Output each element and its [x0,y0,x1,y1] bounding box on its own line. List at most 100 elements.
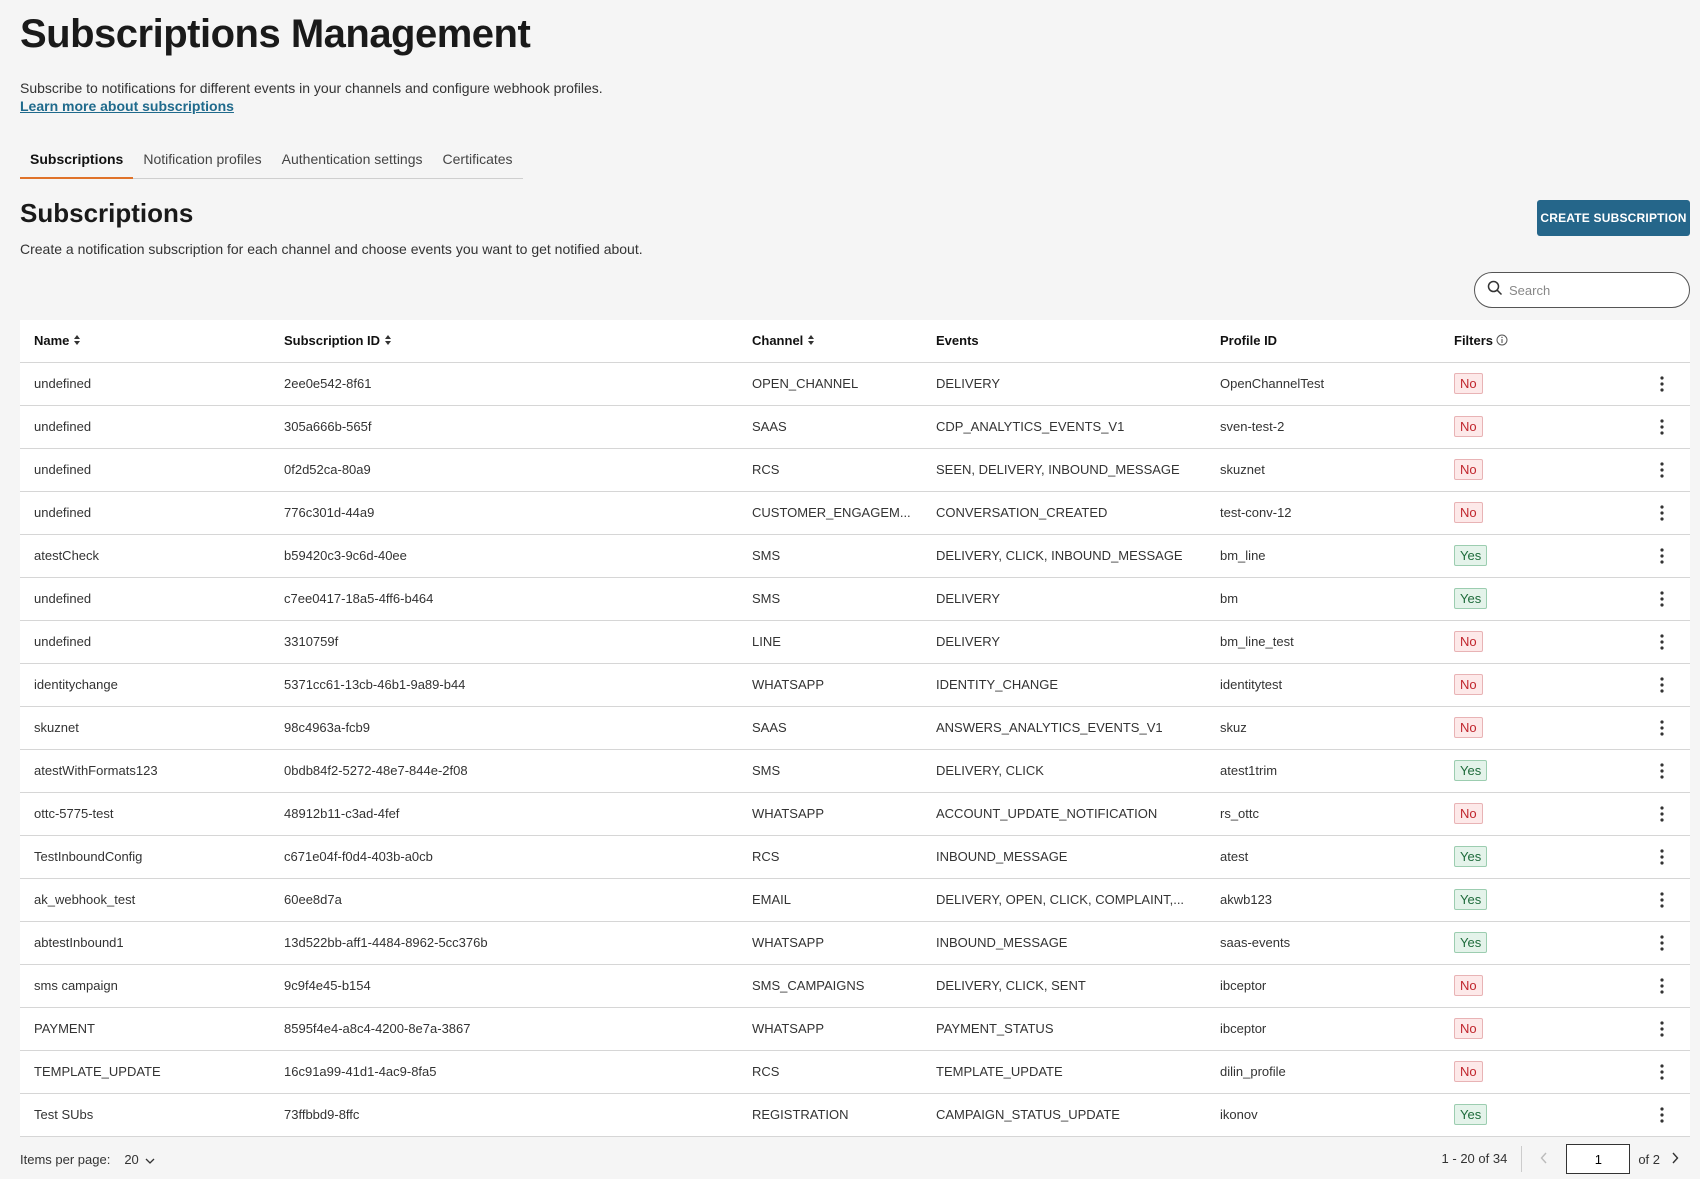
chevron-down-icon [145,1152,155,1167]
cell-filters: No [1440,362,1620,406]
kebab-menu-icon[interactable] [1660,1063,1664,1080]
cell-profile-id: skuz [1206,706,1440,750]
filters-badge: Yes [1454,932,1488,953]
cell-events: DELIVERY, CLICK [922,749,1206,793]
items-per-page-select[interactable]: 20 [124,1152,155,1167]
cell-name: PAYMENT [20,1007,270,1051]
kebab-menu-icon[interactable] [1660,719,1664,736]
cell-name: sms campaign [20,964,270,1008]
column-header-channel[interactable]: Channel [738,320,922,363]
table-row: undefined c7ee0417-18a5-4ff6-b464 SMS DELIV… [20,577,1690,621]
filters-badge: Yes [1454,846,1488,867]
cell-channel: SAAS [738,706,922,750]
kebab-menu-icon[interactable] [1660,1020,1664,1037]
page-total: of 2 [1638,1151,1660,1167]
cell-subscription-id: c671e04f-f0d4-403b-a0cb [270,835,738,879]
table-row: skuznet 98c4963a-fcb9 SAAS ANSWERS_ANALYTIC… [20,706,1690,750]
table-row: abtestInbound1 13d522bb-aff1-4484-8962-5c… [20,921,1690,965]
cell-name: undefined [20,577,270,621]
search-input[interactable] [1509,282,1679,298]
kebab-menu-icon[interactable] [1660,633,1664,650]
kebab-menu-icon[interactable] [1660,762,1664,779]
cell-profile-id: ibceptor [1206,1007,1440,1051]
kebab-menu-icon[interactable] [1660,547,1664,564]
cell-events: IDENTITY_CHANGE [922,663,1206,707]
table-row: identitychange 5371cc61-13cb-46b1-9a89-b4… [20,663,1690,707]
table-row: sms campaign 9c9f4e45-b154 SMS_CAMPAIGNS DE… [20,964,1690,1008]
tab-certificates[interactable]: Certificates [433,140,523,179]
kebab-menu-icon[interactable] [1660,848,1664,865]
cell-filters: Yes [1440,1093,1620,1137]
cell-subscription-id: c7ee0417-18a5-4ff6-b464 [270,577,738,621]
search-box[interactable] [1474,272,1690,308]
info-icon[interactable] [1496,334,1508,349]
kebab-menu-icon[interactable] [1660,977,1664,994]
tab-authentication-settings[interactable]: Authentication settings [272,140,433,179]
section-description: Create a notification subscription for e… [20,241,643,257]
table-row: ottc-5775-test 48912b11-c3ad-4fef WHATSAPP… [20,792,1690,836]
cell-name: atestCheck [20,534,270,578]
table-row: atestWithFormats123 0bdb84f2-5272-48e7-84… [20,749,1690,793]
cell-channel: WHATSAPP [738,663,922,707]
filters-badge: No [1454,502,1483,523]
tab-notification-profiles[interactable]: Notification profiles [133,140,271,179]
cell-filters: No [1440,663,1620,707]
cell-channel: RCS [738,1050,922,1094]
cell-channel: RCS [738,448,922,492]
sort-icon[interactable] [807,334,815,349]
column-header-name[interactable]: Name [20,320,270,363]
row-actions [1620,878,1690,922]
tab-subscriptions[interactable]: Subscriptions [20,140,134,179]
filters-badge: No [1454,674,1483,695]
page-number-input[interactable] [1566,1144,1631,1174]
sort-icon[interactable] [73,334,81,349]
kebab-menu-icon[interactable] [1660,590,1664,607]
table-row: TEMPLATE_UPDATE 16c91a99-41d1-4ac9-8fa5 RC… [20,1050,1690,1094]
cell-subscription-id: 3310759f [270,620,738,664]
row-actions [1620,1093,1690,1137]
row-actions [1620,792,1690,836]
kebab-menu-icon[interactable] [1660,375,1664,392]
row-actions [1620,620,1690,664]
table-row: undefined 2ee0e542-8f61 OPEN_CHANNEL DELIVE… [20,362,1690,406]
cell-name: undefined [20,362,270,406]
cell-subscription-id: 13d522bb-aff1-4484-8962-5cc376b [270,921,738,965]
cell-events: ANSWERS_ANALYTICS_EVENTS_V1 [922,706,1206,750]
sort-icon[interactable] [384,334,392,349]
kebab-menu-icon[interactable] [1660,504,1664,521]
tab-bar: Subscriptions Notification profiles Auth… [20,140,523,179]
cell-events: DELIVERY, CLICK, INBOUND_MESSAGE [922,534,1206,578]
kebab-menu-icon[interactable] [1660,461,1664,478]
previous-page-button[interactable] [1522,1152,1566,1167]
cell-name: identitychange [20,663,270,707]
filters-badge: No [1454,373,1483,394]
cell-filters: No [1440,448,1620,492]
cell-channel: SMS [738,534,922,578]
kebab-menu-icon[interactable] [1660,805,1664,822]
cell-subscription-id: 5371cc61-13cb-46b1-9a89-b44 [270,663,738,707]
table-row: Test SUbs 73ffbbd9-8ffc REGISTRATION CAMPAI… [20,1093,1690,1137]
cell-subscription-id: 98c4963a-fcb9 [270,706,738,750]
filters-badge: No [1454,1061,1483,1082]
create-subscription-button[interactable]: CREATE SUBSCRIPTION [1537,200,1690,236]
kebab-menu-icon[interactable] [1660,891,1664,908]
kebab-menu-icon[interactable] [1660,1106,1664,1123]
cell-profile-id: OpenChannelTest [1206,362,1440,406]
cell-profile-id: dilin_profile [1206,1050,1440,1094]
next-page-button[interactable] [1660,1152,1690,1167]
column-header-subscription-id[interactable]: Subscription ID [270,320,738,363]
kebab-menu-icon[interactable] [1660,676,1664,693]
pagination-range: 1 - 20 of 34 [1442,1146,1523,1172]
cell-filters: No [1440,491,1620,535]
table-row: ak_webhook_test 60ee8d7a EMAIL DELIVERY, OP… [20,878,1690,922]
kebab-menu-icon[interactable] [1660,418,1664,435]
learn-more-link[interactable]: Learn more about subscriptions [20,98,234,114]
cell-filters: No [1440,405,1620,449]
kebab-menu-icon[interactable] [1660,934,1664,951]
filters-badge: Yes [1454,760,1488,781]
cell-profile-id: ikonov [1206,1093,1440,1137]
cell-subscription-id: 305a666b-565f [270,405,738,449]
cell-name: undefined [20,620,270,664]
cell-channel: WHATSAPP [738,921,922,965]
table-row: PAYMENT 8595f4e4-a8c4-4200-8e7a-3867 WHATS… [20,1007,1690,1051]
